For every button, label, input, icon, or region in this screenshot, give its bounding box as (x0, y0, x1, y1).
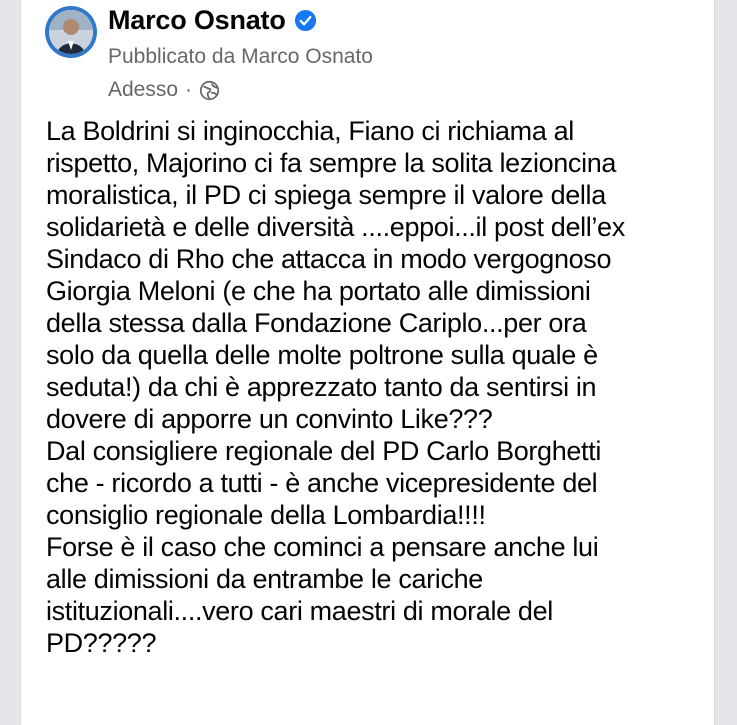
author-name-row: Marco Osnato (108, 5, 317, 36)
post-text-line: dovere di apporre un convinto Like??? (46, 404, 493, 434)
post-text-line: moralistica, il PD ci spiega sempre il v… (46, 180, 606, 210)
post-text-line: della stessa dalla Fondazione Cariplo...… (46, 308, 587, 338)
post-meta: Adesso · (108, 78, 220, 102)
post-text-line: PD????? (46, 628, 157, 658)
avatar-image (49, 10, 93, 54)
globe-icon[interactable] (199, 80, 220, 101)
post-text-line: Sindaco di Rho che attacca in modo vergo… (46, 244, 612, 274)
post-text-line: Giorgia Meloni (e che ha portato alle di… (46, 276, 591, 306)
post-text-line: Forse è il caso che cominci a pensare an… (46, 532, 599, 562)
post-text-line: La Boldrini si inginocchia, Fiano ci ric… (46, 116, 574, 146)
post-card: Marco Osnato Pubblicato da Marco Osnato … (20, 0, 715, 725)
author-name[interactable]: Marco Osnato (108, 5, 286, 36)
published-by: Pubblicato da Marco Osnato (108, 45, 373, 68)
meta-separator: · (185, 78, 193, 101)
post-text-line: Dal consigliere regionale del PD Carlo B… (46, 436, 601, 466)
post-text-line: consiglio regionale della Lombardia!!!! (46, 500, 486, 530)
post-text-line: solidarietà e delle diversità ....eppoi.… (46, 212, 625, 242)
post-text-line: seduta!) da chi è apprezzato tanto da se… (46, 372, 597, 402)
post-text-line: rispetto, Majorino ci fa sempre la solit… (46, 148, 617, 178)
post-text-line: istituzionali....vero cari maestri di mo… (46, 596, 553, 626)
post-text-line: solo da quella delle molte poltrone sull… (46, 340, 598, 370)
post-text-line: che - ricordo a tutti - è anche vicepres… (46, 468, 598, 498)
verified-badge-icon (294, 9, 317, 32)
timestamp[interactable]: Adesso (108, 78, 178, 102)
avatar[interactable] (45, 6, 97, 58)
post-text: La Boldrini si inginocchia, Fiano ci ric… (46, 115, 711, 659)
post-text-line: alle dimissioni da entrambe le cariche (46, 564, 483, 594)
